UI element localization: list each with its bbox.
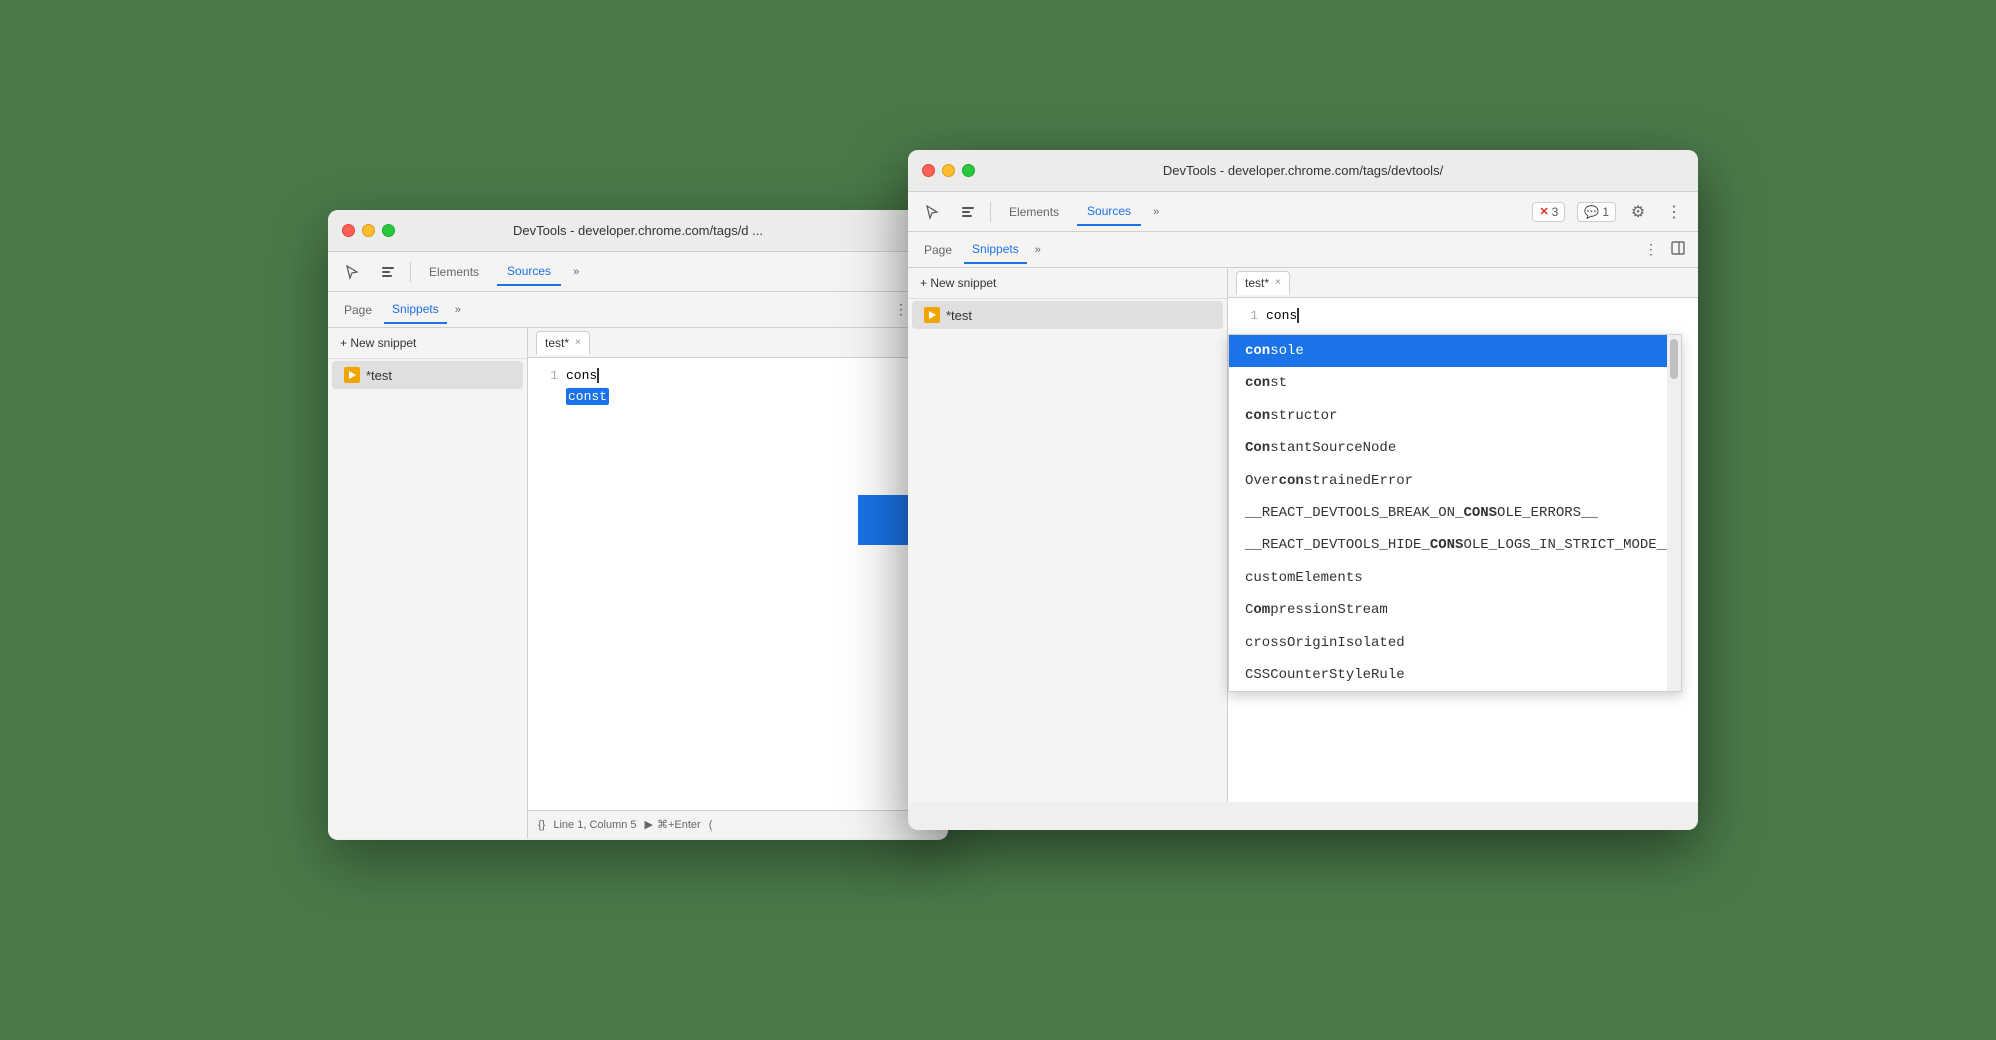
fg-autocomplete-scrollbar[interactable]	[1667, 335, 1681, 691]
fg-error-count: 3	[1552, 205, 1559, 219]
bg-line-number-1: 1	[536, 366, 566, 387]
fg-close-tab[interactable]: ×	[1275, 277, 1281, 288]
fg-autocomplete-constantsourcenode[interactable]: ConstantSourceNode	[1229, 432, 1681, 464]
foreground-window: DevTools - developer.chrome.com/tags/dev…	[908, 150, 1698, 830]
fg-editor-area[interactable]: 1 cons console const	[1228, 298, 1698, 802]
fg-gear-icon[interactable]: ⚙	[1624, 198, 1652, 226]
bg-cursor-icon[interactable]	[338, 258, 366, 286]
fg-sources-tab[interactable]: Sources	[1077, 198, 1141, 226]
fg-snippet-name: *test	[946, 308, 972, 323]
fg-scrollbar-thumb	[1670, 339, 1678, 379]
fg-code-line-1: 1 cons	[1236, 306, 1690, 327]
bg-editor-panel: test* × 1 cons const	[528, 328, 948, 838]
bg-code-content: cons	[566, 366, 940, 387]
bg-zoom-button[interactable]	[382, 224, 395, 237]
fg-autocomplete-crossoriginisolated[interactable]: crossOriginIsolated	[1229, 627, 1681, 659]
fg-autocomplete-dropdown: console const constructor ConstantSource…	[1228, 334, 1682, 692]
fg-new-snippet-btn[interactable]: + New snippet	[908, 268, 1227, 299]
bg-minimize-button[interactable]	[362, 224, 375, 237]
fg-sub-toolbar: Page Snippets » ⋮	[908, 232, 1698, 268]
fg-toolbar-sep	[990, 202, 991, 222]
fg-panel-icon[interactable]	[954, 198, 982, 226]
fg-traffic-lights	[922, 164, 975, 177]
fg-comment-count: 1	[1602, 205, 1609, 219]
bg-elements-tab[interactable]: Elements	[419, 259, 489, 285]
bg-left-panel: + New snippet *test	[328, 328, 528, 838]
fg-panel-toggle[interactable]	[1666, 236, 1690, 263]
bg-toolbar-sep	[410, 262, 411, 282]
fg-more-tabs[interactable]: »	[1149, 202, 1163, 222]
bg-sub-more[interactable]: »	[451, 300, 465, 320]
fg-editor-panel: test* × 1 cons console	[1228, 268, 1698, 802]
bg-format-btn[interactable]: {}	[538, 819, 545, 831]
bg-sub-toolbar: Page Snippets » ⋮	[328, 292, 948, 328]
bg-titlebar: DevTools - developer.chrome.com/tags/d .…	[328, 210, 948, 252]
bg-traffic-lights	[342, 224, 395, 237]
fg-comment-badge[interactable]: 💬 1	[1577, 202, 1616, 222]
fg-main-content: + New snippet *test test* × 1	[908, 268, 1698, 802]
fg-error-x-icon: ✕	[1539, 205, 1548, 218]
bg-more-tabs[interactable]: »	[569, 262, 583, 282]
bg-snippet-name: *test	[366, 368, 392, 383]
fg-autocomplete-react-break[interactable]: __REACT_DEVTOOLS_BREAK_ON_CONSOLE_ERRORS…	[1229, 497, 1681, 529]
bg-position: Line 1, Column 5	[553, 819, 636, 831]
fg-close-button[interactable]	[922, 164, 935, 177]
bg-editor-area[interactable]: 1 cons const	[528, 358, 948, 810]
fg-minimize-button[interactable]	[942, 164, 955, 177]
bg-snippet-icon	[344, 367, 360, 383]
fg-error-badge[interactable]: ✕ 3	[1532, 202, 1565, 222]
fg-cursor-icon[interactable]	[918, 198, 946, 226]
fg-editor-tabs: test* ×	[1228, 268, 1698, 298]
fg-zoom-button[interactable]	[962, 164, 975, 177]
fg-autocomplete-react-hide[interactable]: __REACT_DEVTOOLS_HIDE_CONSOLE_LOGS_IN_ST…	[1229, 529, 1681, 561]
fg-autocomplete-customelements[interactable]: customElements	[1229, 562, 1681, 594]
fg-comment-icon: 💬	[1584, 205, 1599, 219]
bg-new-snippet-btn[interactable]: + New snippet	[328, 328, 527, 359]
fg-autocomplete-constructor[interactable]: constructor	[1229, 400, 1681, 432]
fg-snippet-icon	[924, 307, 940, 323]
bg-selected-const: const	[566, 388, 609, 405]
fg-autocomplete-const[interactable]: const	[1229, 367, 1681, 399]
bg-close-tab[interactable]: ×	[575, 337, 581, 348]
fg-window-title: DevTools - developer.chrome.com/tags/dev…	[1163, 163, 1443, 178]
fg-autocomplete-overconstrainederror[interactable]: OverconstrainedError	[1229, 465, 1681, 497]
bg-page-tab[interactable]: Page	[336, 297, 380, 323]
fg-left-panel: + New snippet *test	[908, 268, 1228, 802]
fg-autocomplete-compressionstream[interactable]: CompressionStream	[1229, 594, 1681, 626]
bg-paren: (	[709, 819, 713, 831]
fg-editor-tab-test[interactable]: test* ×	[1236, 271, 1290, 295]
fg-sub-dots[interactable]: ⋮	[1640, 237, 1662, 262]
bg-sources-tab[interactable]: Sources	[497, 258, 561, 286]
fg-sub-more[interactable]: »	[1031, 240, 1045, 260]
bg-run-btn[interactable]: ▶ ⌘+Enter	[645, 818, 701, 831]
bg-status-bar: {} Line 1, Column 5 ▶ ⌘+Enter ( ⬆	[528, 810, 948, 838]
fg-dots-icon[interactable]: ⋮	[1660, 198, 1688, 226]
bg-autocomplete-hint: const	[566, 389, 940, 404]
fg-page-tab[interactable]: Page	[916, 237, 960, 263]
bg-code-line-1: 1 cons	[536, 366, 940, 387]
fg-autocomplete-csscounterstylerule[interactable]: CSSCounterStyleRule	[1229, 659, 1681, 691]
bg-editor-tabs: test* ×	[528, 328, 948, 358]
fg-autocomplete-console[interactable]: console	[1229, 335, 1681, 367]
fg-line-number-1: 1	[1236, 306, 1266, 327]
fg-titlebar: DevTools - developer.chrome.com/tags/dev…	[908, 150, 1698, 192]
bg-editor-tab-test[interactable]: test* ×	[536, 331, 590, 355]
background-window: DevTools - developer.chrome.com/tags/d .…	[328, 210, 948, 840]
bg-window-title: DevTools - developer.chrome.com/tags/d .…	[513, 223, 763, 238]
fg-code-content: cons	[1266, 306, 1690, 327]
bg-snippet-test[interactable]: *test	[332, 361, 523, 389]
fg-toolbar: Elements Sources » ✕ 3 💬 1 ⚙ ⋮	[908, 192, 1698, 232]
bg-snippets-tab[interactable]: Snippets	[384, 296, 447, 324]
bg-panel-icon[interactable]	[374, 258, 402, 286]
fg-snippet-test[interactable]: *test	[912, 301, 1223, 329]
bg-close-button[interactable]	[342, 224, 355, 237]
bg-toolbar: Elements Sources » ✕	[328, 252, 948, 292]
fg-snippets-tab[interactable]: Snippets	[964, 236, 1027, 264]
bg-main-content: + New snippet *test test* × 1	[328, 328, 948, 838]
fg-elements-tab[interactable]: Elements	[999, 199, 1069, 225]
